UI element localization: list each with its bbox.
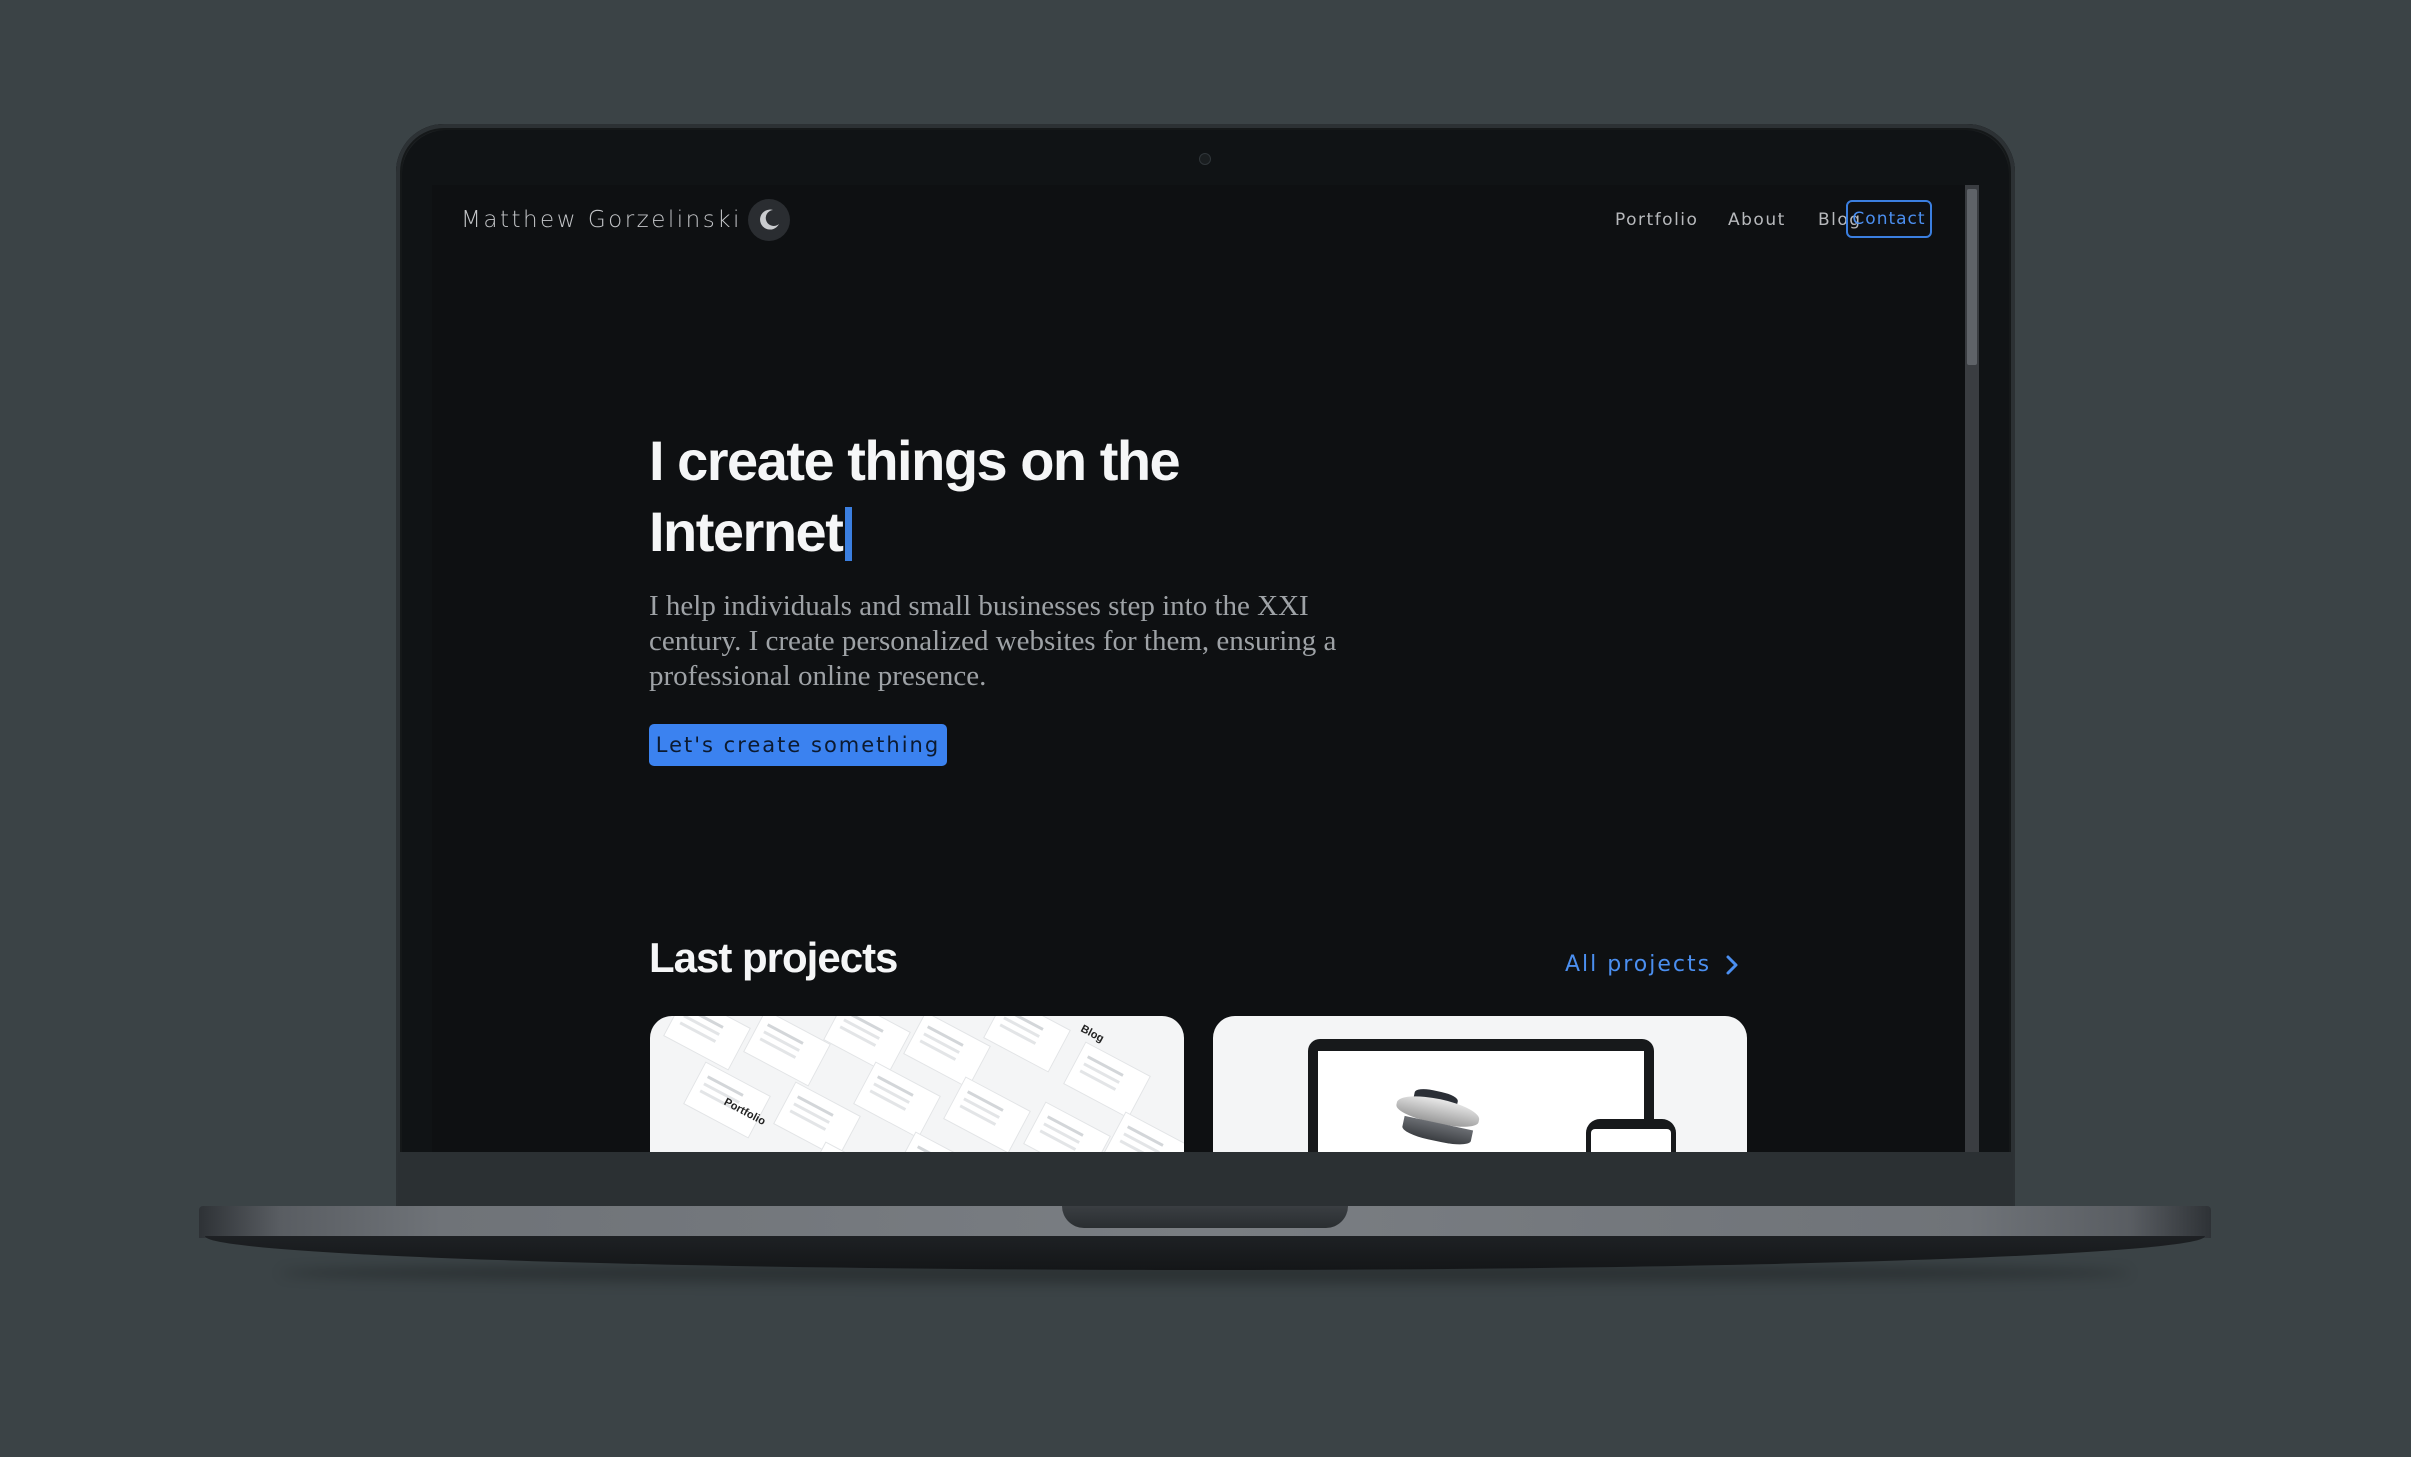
thumb-phone-screen [1591, 1129, 1671, 1152]
scrollbar[interactable] [1965, 185, 1979, 1152]
scrollbar-thumb[interactable] [1967, 189, 1977, 365]
all-projects-link[interactable]: All projects [1565, 952, 1739, 977]
typing-caret [845, 507, 853, 561]
thumb-page [1023, 1101, 1111, 1152]
thumb-page [853, 1061, 941, 1139]
hero-description: I help individuals and small businesses … [649, 590, 1337, 692]
thumb-page [1103, 1111, 1184, 1152]
all-projects-label: All projects [1565, 952, 1712, 977]
browser-viewport: Matthew Gorzelinski Portfolio About Blog… [432, 185, 1979, 1152]
nav-link-portfolio[interactable]: Portfolio [1615, 210, 1698, 230]
thumb-page [983, 1016, 1071, 1073]
chevron-right-icon [1726, 955, 1738, 974]
contact-button[interactable]: Contact [1846, 200, 1932, 238]
thumb-page [1063, 1041, 1151, 1119]
laptop-chin [398, 1152, 2013, 1209]
hero-title-line2: Internet [649, 500, 844, 563]
section-title-projects: Last projects [649, 934, 898, 981]
thumb-label: Blog [1078, 1022, 1106, 1046]
thumb-page [943, 1076, 1031, 1152]
thumb-phone [1586, 1119, 1676, 1152]
thumb-page [893, 1131, 981, 1152]
cta-button[interactable]: Let's create something [649, 724, 947, 766]
project-card[interactable]: Blog Portfolio [650, 1016, 1184, 1152]
nav-link-about[interactable]: About [1728, 210, 1786, 230]
laptop-notch [1062, 1206, 1348, 1228]
thumb-page [743, 1016, 831, 1087]
thumb-page [903, 1016, 991, 1089]
thumb-page [773, 1081, 861, 1152]
mockup-stage: Matthew Gorzelinski Portfolio About Blog… [0, 0, 2411, 1457]
hero-title: I create things on the Internet [649, 425, 1349, 567]
thumb-phone-notch [1616, 1122, 1646, 1128]
camera-icon [1199, 153, 1211, 165]
main-nav: Portfolio About Blog Contact [432, 200, 1947, 242]
project-card[interactable] [1213, 1016, 1747, 1152]
thumb-page [823, 1016, 911, 1075]
hero-title-line1: I create things on the [649, 429, 1181, 492]
